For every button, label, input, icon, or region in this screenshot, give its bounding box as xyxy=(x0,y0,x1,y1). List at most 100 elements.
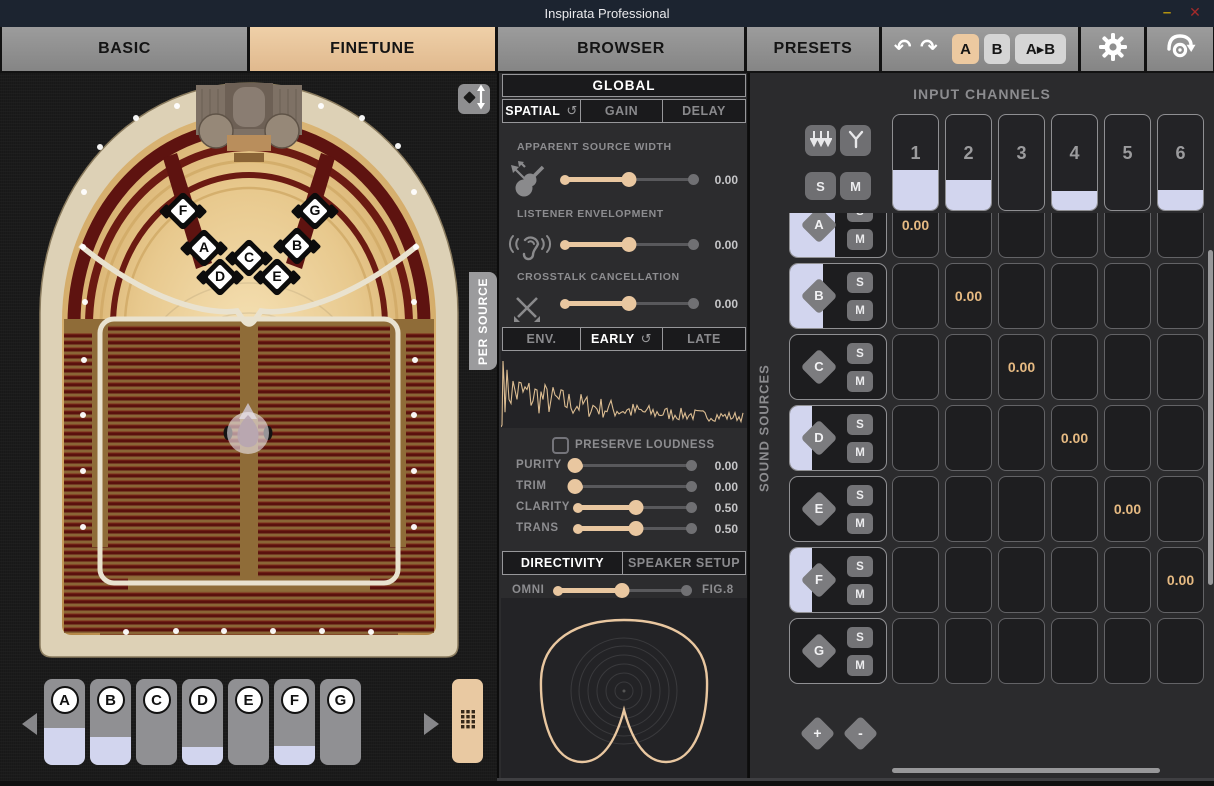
lev-slider[interactable] xyxy=(560,236,699,252)
solo-button-F[interactable]: S xyxy=(847,556,873,577)
redo-button[interactable]: ↷ xyxy=(920,35,938,60)
input-channel-2[interactable]: 2 xyxy=(945,114,992,211)
main-tab-finetune[interactable]: FINETUNE xyxy=(250,27,495,71)
matrix-cell-F1[interactable] xyxy=(892,547,939,613)
matrix-cell-A1[interactable]: 0.00 xyxy=(892,213,939,258)
source-fader-D[interactable]: D xyxy=(182,679,223,765)
ab-slot-a-button[interactable]: A xyxy=(952,34,979,64)
input-channel-6[interactable]: 6 xyxy=(1157,114,1204,211)
ab-copy-button[interactable]: A▸B xyxy=(1015,34,1066,64)
matrix-cell-B3[interactable] xyxy=(998,263,1045,329)
matrix-cell-E3[interactable] xyxy=(998,476,1045,542)
source-tile-C[interactable]: C S M xyxy=(789,334,887,400)
tab-gain[interactable]: GAIN xyxy=(580,99,663,123)
matrix-cell-E6[interactable] xyxy=(1157,476,1204,542)
source-tile-D[interactable]: D S M xyxy=(789,405,887,471)
matrix-cell-D6[interactable] xyxy=(1157,405,1204,471)
bypass-button[interactable] xyxy=(1147,27,1213,71)
matrix-cell-D3[interactable] xyxy=(998,405,1045,471)
main-tab-browser[interactable]: BROWSER xyxy=(498,27,744,71)
solo-all-button[interactable]: S xyxy=(805,172,836,200)
purity-slider[interactable] xyxy=(567,457,697,473)
matrix-cell-E4[interactable] xyxy=(1051,476,1098,542)
matrix-cell-C6[interactable] xyxy=(1157,334,1204,400)
mute-button-B[interactable]: M xyxy=(847,300,873,321)
solo-button-C[interactable]: S xyxy=(847,343,873,364)
source-fader-E[interactable]: E xyxy=(228,679,269,765)
settings-button[interactable] xyxy=(1081,27,1144,71)
input-channel-5[interactable]: 5 xyxy=(1104,114,1151,211)
reset-icon[interactable]: ↺ xyxy=(641,331,652,347)
add-source-button[interactable]: + xyxy=(799,715,836,752)
matrix-cell-G5[interactable] xyxy=(1104,618,1151,684)
matrix-cell-G6[interactable] xyxy=(1157,618,1204,684)
matrix-cell-A4[interactable] xyxy=(1051,213,1098,258)
source-marker-E[interactable]: E xyxy=(252,253,302,301)
matrix-cell-B1[interactable] xyxy=(892,263,939,329)
mute-button-C[interactable]: M xyxy=(847,371,873,392)
source-tile-A[interactable]: A S M xyxy=(789,213,887,258)
matrix-cell-D2[interactable] xyxy=(945,405,992,471)
mute-all-button[interactable]: M xyxy=(840,172,871,200)
mute-button-D[interactable]: M xyxy=(847,442,873,463)
source-tile-B[interactable]: B S M xyxy=(789,263,887,329)
scroll-left-arrow[interactable] xyxy=(22,713,37,735)
main-tab-basic[interactable]: BASIC xyxy=(2,27,247,71)
collapse-all-button[interactable] xyxy=(805,125,836,156)
solo-button-E[interactable]: S xyxy=(847,485,873,506)
matrix-view-button[interactable] xyxy=(452,679,483,763)
matrix-cell-A3[interactable] xyxy=(998,213,1045,258)
scroll-right-arrow[interactable] xyxy=(424,713,439,735)
matrix-cell-A2[interactable] xyxy=(945,213,992,258)
matrix-cell-A6[interactable] xyxy=(1157,213,1204,258)
matrix-cell-C1[interactable] xyxy=(892,334,939,400)
matrix-cell-C4[interactable] xyxy=(1051,334,1098,400)
matrix-cell-A5[interactable] xyxy=(1104,213,1151,258)
merge-sources-button[interactable] xyxy=(840,125,871,156)
matrix-cell-D4[interactable]: 0.00 xyxy=(1051,405,1098,471)
tab-speaker-setup[interactable]: SPEAKER SETUP xyxy=(622,551,746,575)
matrix-cell-D5[interactable] xyxy=(1104,405,1151,471)
asw-slider[interactable] xyxy=(560,171,699,187)
matrix-cell-B5[interactable] xyxy=(1104,263,1151,329)
directivity-slider[interactable] xyxy=(553,582,692,598)
matrix-cell-B4[interactable] xyxy=(1051,263,1098,329)
matrix-cell-B6[interactable] xyxy=(1157,263,1204,329)
matrix-cell-E1[interactable] xyxy=(892,476,939,542)
matrix-cell-F5[interactable] xyxy=(1104,547,1151,613)
source-marker-G[interactable]: G xyxy=(290,187,340,235)
horizontal-scrollbar[interactable] xyxy=(892,768,1160,773)
solo-button-G[interactable]: S xyxy=(847,627,873,648)
matrix-cell-G1[interactable] xyxy=(892,618,939,684)
matrix-cell-C5[interactable] xyxy=(1104,334,1151,400)
input-channel-4[interactable]: 4 xyxy=(1051,114,1098,211)
matrix-cell-C2[interactable] xyxy=(945,334,992,400)
matrix-cell-D1[interactable] xyxy=(892,405,939,471)
source-tile-F[interactable]: F S M xyxy=(789,547,887,613)
per-source-tab[interactable]: PER SOURCE xyxy=(469,272,497,370)
mute-button-E[interactable]: M xyxy=(847,513,873,534)
source-marker-D[interactable]: D xyxy=(195,253,245,301)
source-fader-G[interactable]: G xyxy=(320,679,361,765)
solo-button-A[interactable]: S xyxy=(847,213,873,222)
matrix-cell-G2[interactable] xyxy=(945,618,992,684)
solo-button-D[interactable]: S xyxy=(847,414,873,435)
minimize-button[interactable]: – xyxy=(1158,4,1176,22)
trans-slider[interactable] xyxy=(573,520,697,536)
source-tile-G[interactable]: G S M xyxy=(789,618,887,684)
matrix-cell-E5[interactable]: 0.00 xyxy=(1104,476,1151,542)
solo-button-B[interactable]: S xyxy=(847,272,873,293)
mute-button-A[interactable]: M xyxy=(847,229,873,250)
trim-slider[interactable] xyxy=(567,478,697,494)
matrix-cell-G4[interactable] xyxy=(1051,618,1098,684)
matrix-cell-E2[interactable] xyxy=(945,476,992,542)
tab-spatial[interactable]: SPATIAL ↺ xyxy=(502,99,581,123)
source-fader-B[interactable]: B xyxy=(90,679,131,765)
ctc-slider[interactable] xyxy=(560,295,699,311)
input-channel-3[interactable]: 3 xyxy=(998,114,1045,211)
ab-slot-b-button[interactable]: B xyxy=(984,34,1010,64)
tab-directivity[interactable]: DIRECTIVITY xyxy=(502,551,623,575)
flip-view-button[interactable] xyxy=(458,84,490,114)
source-tile-E[interactable]: E S M xyxy=(789,476,887,542)
matrix-cell-F6[interactable]: 0.00 xyxy=(1157,547,1204,613)
